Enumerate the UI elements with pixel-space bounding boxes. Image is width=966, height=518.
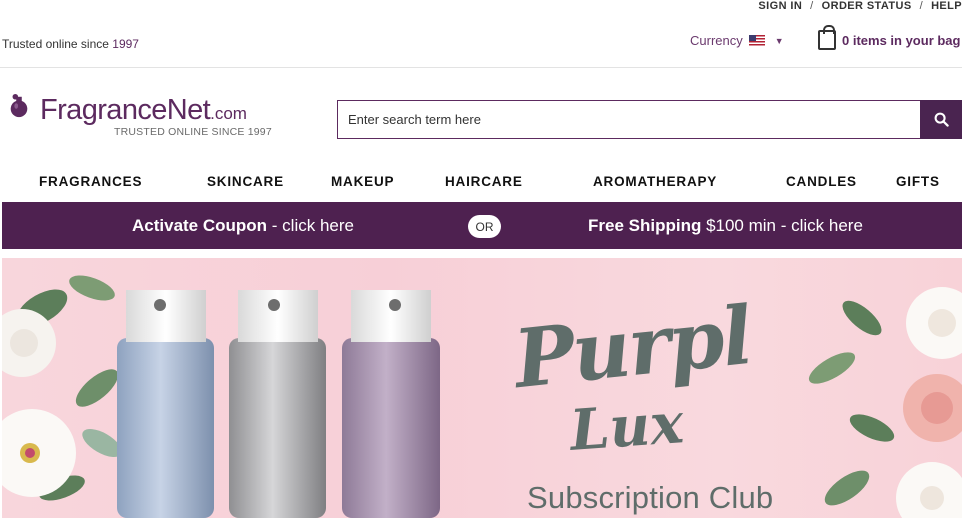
activate-coupon-link[interactable]: Activate Coupon - click here [132, 216, 354, 236]
help-link[interactable]: HELP [931, 0, 962, 12]
nav-item-gifts[interactable]: GIFTS [896, 174, 940, 189]
currency-selector[interactable]: Currency ▼ [690, 33, 784, 48]
main-nav: FRAGRANCES SKINCARE MAKEUP HAIRCARE AROM… [0, 174, 966, 190]
shopping-bag-link[interactable]: 0 items in your bag [818, 25, 961, 50]
or-badge: OR [468, 215, 501, 238]
coupon-bold-text: Activate Coupon [132, 216, 268, 235]
nav-item-aromatherapy[interactable]: AROMATHERAPY [593, 174, 717, 189]
promo-banner: Activate Coupon - click here OR Free Shi… [2, 202, 962, 249]
chevron-down-icon: ▼ [774, 35, 784, 46]
search-button[interactable] [920, 100, 962, 139]
order-status-link[interactable]: ORDER STATUS [822, 0, 912, 12]
trusted-prefix: Trusted online since [2, 37, 113, 51]
utility-nav: SIGN IN / ORDER STATUS / HELP [758, 0, 962, 12]
spray-bottle-blue [117, 290, 214, 518]
utility-separator: / [810, 0, 814, 12]
utility-separator: / [919, 0, 924, 12]
bag-count-text: 0 items in your bag [842, 32, 961, 48]
coupon-click-text: - click here [267, 216, 354, 235]
search-input[interactable] [337, 100, 920, 139]
shopping-bag-icon [818, 25, 836, 50]
nav-item-haircare[interactable]: HAIRCARE [445, 174, 523, 189]
hero-subtitle: Subscription Club [527, 480, 774, 515]
logo-tagline: TRUSTED ONLINE SINCE 1997 [114, 126, 272, 138]
header-top-row: Trusted online since 1997 Currency ▼ 0 i… [0, 25, 966, 58]
currency-label: Currency [690, 33, 743, 48]
perfume-bottle-icon [10, 94, 28, 118]
nav-item-makeup[interactable]: MAKEUP [331, 174, 394, 189]
logo-suffix: .com [210, 104, 247, 123]
us-flag-icon [748, 35, 765, 46]
logo-name: FragranceNet [40, 94, 211, 126]
logo-wordmark: FragranceNet.com [40, 94, 247, 127]
free-shipping-link[interactable]: Free Shipping $100 min - click here [588, 216, 863, 236]
spray-bottle-purple [342, 290, 440, 518]
left-flowers [2, 275, 122, 501]
site-logo[interactable]: FragranceNet.com TRUSTED ONLINE SINCE 19… [4, 84, 284, 142]
trusted-year: 1997 [112, 37, 139, 51]
sign-in-link[interactable]: SIGN IN [758, 0, 802, 12]
nav-item-skincare[interactable]: SKINCARE [207, 174, 284, 189]
shipping-bold-text: Free Shipping [588, 216, 702, 235]
shipping-click-text: $100 min - click here [701, 216, 863, 235]
hero-artwork [2, 275, 962, 518]
trusted-since-text: Trusted online since 1997 [2, 37, 139, 51]
nav-item-fragrances[interactable]: FRAGRANCES [39, 174, 142, 189]
hero-title-lux: Lux [567, 390, 686, 464]
search-icon [934, 112, 949, 127]
header-divider [0, 67, 962, 68]
hero-banner[interactable]: Purpl Lux Subscription Club [2, 258, 962, 518]
right-flowers [808, 287, 962, 518]
search-bar [337, 100, 962, 139]
spray-bottle-silver [229, 290, 326, 518]
nav-item-candles[interactable]: CANDLES [786, 174, 857, 189]
